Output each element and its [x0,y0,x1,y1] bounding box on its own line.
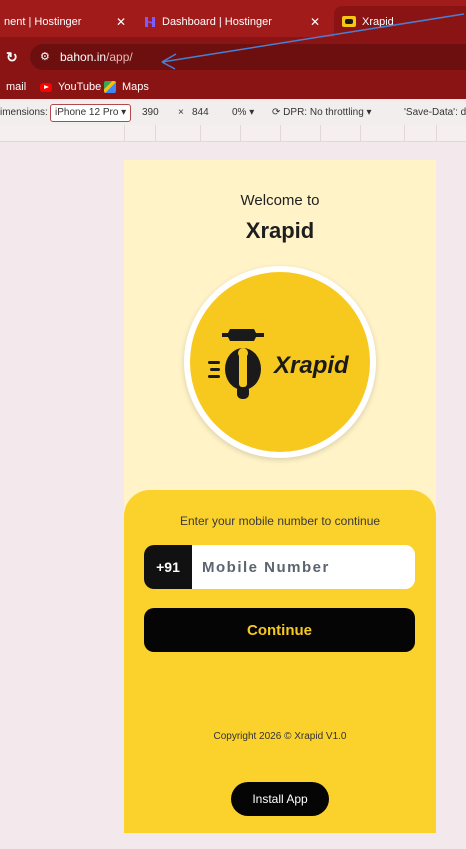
install-app-button[interactable]: Install App [231,782,329,816]
tab-hostinger[interactable]: nent | Hostinger ✕ [0,6,134,37]
zoom-select[interactable]: 0% ▾ [232,107,254,118]
mobile-prompt: Enter your mobile number to continue [179,514,381,528]
tab-xrapid[interactable]: Xrapid [334,6,466,37]
bookmarks-bar: mail YouTube Maps [0,77,466,99]
brand-title: Xrapid [245,218,315,243]
save-data-select[interactable]: 'Save-Data': de [404,107,466,118]
mobile-number-input[interactable] [192,545,415,589]
tab-dashboard-hostinger[interactable]: Dashboard | Hostinger ✕ [144,6,326,37]
close-icon[interactable]: ✕ [310,15,320,29]
bookmark-youtube[interactable]: YouTube [40,81,101,93]
scooter-rider-icon [208,329,264,399]
maps-icon [104,81,116,93]
times-label: × [178,107,184,118]
height-field[interactable]: 844 [192,107,209,118]
media-query-ruler [0,125,466,142]
logo: Xrapid [184,266,376,458]
dpr-select[interactable]: ⟳ DPR: No throttling ▾ [272,107,372,118]
tab-label: Dashboard | Hostinger [162,15,272,28]
continue-button[interactable]: Continue [144,608,415,652]
url-text: bahon.in/app/ [60,50,133,64]
width-field[interactable]: 390 [142,107,159,118]
app-viewport: Welcome to Xrapid Xrapid Enter your mobi… [124,160,436,833]
logo-wordmark: Xrapid [274,352,349,379]
phone-field: +91 [144,545,415,589]
rotate-icon: ⟳ [272,107,281,118]
login-panel: Enter your mobile number to continue +91… [124,490,436,833]
welcome-text: Welcome to [240,192,320,209]
bookmark-maps[interactable]: Maps [104,81,149,93]
reload-icon[interactable]: ↻ [6,49,18,66]
tab-label: nent | Hostinger [4,15,82,28]
url-field[interactable]: ⚙ bahon.in/app/ [30,44,466,70]
site-settings-icon[interactable]: ⚙ [40,50,50,63]
logo-disc: Xrapid [190,272,370,452]
hostinger-icon [145,16,155,27]
tab-label: Xrapid [362,15,394,28]
close-icon[interactable]: ✕ [116,15,126,29]
youtube-icon [40,82,52,92]
copyright-text: Copyright 2026 © Xrapid V1.0 [213,731,347,742]
device-select[interactable]: iPhone 12 Pro ▾ [50,104,132,122]
address-bar: ↻ ⚙ bahon.in/app/ [0,37,466,77]
browser-tab-bar: nent | Hostinger ✕ Dashboard | Hostinger… [0,0,466,37]
country-code: +91 [144,545,192,589]
device-toolbar: imensions: iPhone 12 Pro ▾ 390 × 844 0% … [0,101,466,126]
dimensions-label: imensions: [0,107,48,118]
bookmark-mail[interactable]: mail [6,81,26,93]
xrapid-favicon-icon [342,16,356,27]
